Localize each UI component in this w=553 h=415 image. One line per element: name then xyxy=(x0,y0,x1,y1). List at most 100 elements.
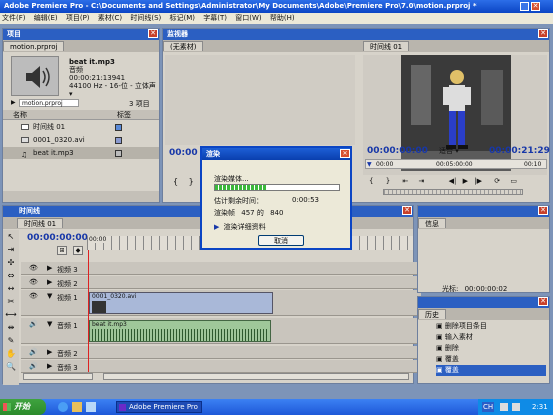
menu-clip[interactable]: 素材(C) xyxy=(98,14,122,22)
speaker-toggle-icon[interactable]: 🔊 xyxy=(29,348,38,356)
mark-out-icon[interactable]: } xyxy=(189,177,194,186)
audio-clip[interactable]: beat it.mp3 xyxy=(89,320,271,342)
expand-icon[interactable]: ▶ xyxy=(47,264,52,272)
tab-project[interactable]: motion.prproj xyxy=(3,41,65,51)
quicklaunch-desktop-icon[interactable] xyxy=(72,402,82,412)
slide-tool-icon[interactable]: ⇹ xyxy=(3,321,19,334)
list-item-selected[interactable]: ♫ beat it.mp3 xyxy=(3,147,159,159)
track-audio-3[interactable]: 🔊 ▶ 音频 3 xyxy=(21,360,421,373)
close-button[interactable]: ✕ xyxy=(531,2,540,11)
menu-sequence[interactable]: 时间线(S) xyxy=(130,14,161,22)
list-item[interactable]: 0001_0320.avi xyxy=(3,134,159,146)
playhead-icon[interactable]: ▼ xyxy=(367,160,372,169)
tray-icon[interactable] xyxy=(512,403,520,411)
info-close-button[interactable]: ✕ xyxy=(538,206,548,215)
play-icon[interactable]: ▶ xyxy=(463,177,468,185)
timeline-close-button[interactable]: ✕ xyxy=(402,206,412,215)
playhead-line[interactable] xyxy=(88,250,89,372)
menu-edit[interactable]: 编辑(E) xyxy=(34,14,58,22)
mark-out-icon[interactable]: } xyxy=(386,177,390,185)
quicklaunch-media-icon[interactable] xyxy=(86,402,96,412)
start-button[interactable]: 开始 xyxy=(0,399,46,415)
snap-button[interactable]: ⊞ xyxy=(57,246,67,255)
monitor-close-button[interactable]: ✕ xyxy=(538,29,548,38)
track-audio-2[interactable]: 🔊 ▶ 音频 2 xyxy=(21,346,421,359)
step-back-icon[interactable]: ◀| xyxy=(449,177,457,185)
menu-marker[interactable]: 标记(M) xyxy=(170,14,196,22)
track-video-2[interactable]: 👁 ▶ 视频 2 xyxy=(21,276,421,289)
razor-tool-icon[interactable]: ✂ xyxy=(3,295,19,308)
history-item-selected[interactable]: ▣ 覆盖 xyxy=(436,365,546,376)
program-timecode: 00:00:00:00 xyxy=(367,146,428,156)
history-close-button[interactable]: ✕ xyxy=(538,297,548,306)
pen-tool-icon[interactable]: ✎ xyxy=(3,334,19,347)
language-indicator[interactable]: CH xyxy=(482,402,495,412)
timeline-scrollbar[interactable] xyxy=(103,373,409,380)
expand-icon[interactable]: ▶ xyxy=(47,348,52,356)
track-video-3[interactable]: 👁 ▶ 视频 3 xyxy=(21,262,421,275)
render-close-button[interactable]: ✕ xyxy=(340,149,350,158)
cancel-button[interactable]: 取消 xyxy=(258,235,304,246)
hand-tool-icon[interactable]: ✋ xyxy=(3,347,19,360)
goto-in-icon[interactable]: ⇤ xyxy=(402,177,408,185)
list-item[interactable]: 时间线 01 xyxy=(3,121,159,133)
expand-icon[interactable]: ▶ xyxy=(47,362,52,370)
label-swatch xyxy=(115,137,122,144)
quicklaunch-ie-icon[interactable] xyxy=(58,402,68,412)
goto-out-icon[interactable]: ⇥ xyxy=(419,177,425,185)
mark-in-icon[interactable]: { xyxy=(173,177,178,186)
rate-stretch-tool-icon[interactable]: ↔ xyxy=(3,282,19,295)
menu-window[interactable]: 窗口(W) xyxy=(235,14,261,22)
zoom-tool-icon[interactable]: 🔍 xyxy=(3,360,19,373)
tab-info[interactable]: 信息 xyxy=(418,218,446,228)
history-item[interactable]: ▣ 删除 xyxy=(436,343,546,354)
window-title: Adobe Premiere Pro - C:\Documents and Se… xyxy=(4,2,477,10)
fit-dropdown[interactable]: 适合 ▾ xyxy=(439,146,459,156)
play-thumb-button[interactable]: ▶ xyxy=(11,99,16,106)
expand-icon[interactable]: ▼ xyxy=(47,320,52,328)
video-clip[interactable]: 0001_0320.avi xyxy=(89,292,273,314)
tab-timeline[interactable]: 时间线 01 xyxy=(17,218,64,228)
menu-title[interactable]: 字幕(T) xyxy=(203,14,227,22)
eye-icon[interactable]: 👁 xyxy=(29,264,38,272)
history-item[interactable]: ▣ 输入素材 xyxy=(436,332,546,343)
marker-button[interactable]: ◆ xyxy=(73,246,83,255)
mark-in-icon[interactable]: { xyxy=(369,177,373,185)
col-label[interactable]: 标签 xyxy=(117,110,131,120)
menu-help[interactable]: 帮助(H) xyxy=(270,14,295,22)
speaker-toggle-icon[interactable]: 🔊 xyxy=(29,320,38,328)
task-premiere[interactable]: Adobe Premiere Pro xyxy=(116,401,202,413)
eye-icon[interactable]: 👁 xyxy=(29,278,38,286)
expand-icon[interactable]: ▶ xyxy=(47,278,52,286)
col-name[interactable]: 名称 xyxy=(13,110,27,120)
project-close-button[interactable]: ✕ xyxy=(148,29,158,38)
menu-file[interactable]: 文件(F) xyxy=(2,14,26,22)
track-audio-1[interactable]: 🔊 ▼ 音频 1 beat it.mp3 xyxy=(21,318,421,344)
eye-icon[interactable]: 👁 xyxy=(29,292,38,300)
tray-icon[interactable] xyxy=(500,403,508,411)
ripple-edit-tool-icon[interactable]: ✣ xyxy=(3,256,19,269)
tab-program[interactable]: 时间线 01 xyxy=(363,41,410,51)
render-status: 渲染媒体... xyxy=(214,175,249,183)
selection-tool-icon[interactable]: ↖ xyxy=(3,230,19,243)
minimize-button[interactable] xyxy=(520,2,529,11)
tab-source[interactable]: (无素材) xyxy=(163,41,204,51)
timeline-zoom-slider[interactable] xyxy=(23,373,93,380)
rolling-edit-tool-icon[interactable]: ⇔ xyxy=(3,269,19,282)
history-item[interactable]: ▣ 覆盖 xyxy=(436,354,546,365)
menu-project[interactable]: 项目(P) xyxy=(66,14,90,22)
clip-name: beat it.mp3 xyxy=(69,58,115,66)
start-label: 开始 xyxy=(14,402,30,411)
render-details-toggle[interactable]: ▶ 渲染详细资料 xyxy=(214,222,266,232)
tab-history[interactable]: 历史 xyxy=(418,309,446,319)
slip-tool-icon[interactable]: ⟷ xyxy=(3,308,19,321)
expand-icon[interactable]: ▼ xyxy=(47,292,52,300)
loop-icon[interactable]: ⟳ xyxy=(494,177,500,185)
track-select-tool-icon[interactable]: ⇥ xyxy=(3,243,19,256)
step-forward-icon[interactable]: |▶ xyxy=(474,177,482,185)
program-jog-bar[interactable] xyxy=(383,189,523,195)
safe-margin-icon[interactable]: ▭ xyxy=(510,177,517,185)
track-video-1[interactable]: 👁 ▼ 视频 1 0001_0320.avi xyxy=(21,290,421,316)
speaker-toggle-icon[interactable]: 🔊 xyxy=(29,362,38,370)
history-item[interactable]: ▣ 删除项目条目 xyxy=(436,321,546,332)
